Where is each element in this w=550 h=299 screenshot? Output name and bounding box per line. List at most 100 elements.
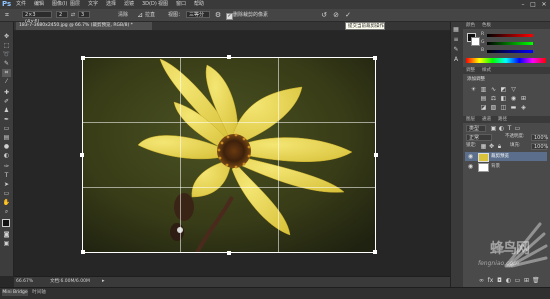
hand-tool-icon[interactable]: ✋: [2, 199, 11, 207]
new-group-icon[interactable]: ▭: [514, 277, 521, 284]
tab-channels[interactable]: 通道: [482, 116, 496, 123]
lock-position-icon[interactable]: ✥: [488, 143, 495, 150]
curves-icon[interactable]: ∿: [490, 86, 497, 93]
gradient-tool-icon[interactable]: ▤: [2, 134, 11, 142]
brightness-icon[interactable]: ☀: [470, 86, 477, 93]
stamp-tool-icon[interactable]: ♟: [2, 107, 11, 115]
posterize-icon[interactable]: ▧: [490, 104, 497, 111]
crop-handle-left[interactable]: [80, 153, 84, 157]
view-select[interactable]: 三等分: [186, 11, 210, 18]
tab-adjustments[interactable]: 调整: [466, 67, 480, 74]
crop-handle-top[interactable]: [227, 55, 231, 59]
hue-saturation-icon[interactable]: ▤: [480, 95, 487, 102]
marquee-tool-icon[interactable]: ⬚: [2, 42, 11, 50]
swap-icon[interactable]: ⇄: [69, 11, 77, 19]
quick-select-tool-icon[interactable]: ✎: [2, 60, 11, 68]
color-balance-icon[interactable]: ⚖: [490, 95, 497, 102]
shape-tool-icon[interactable]: ▭: [2, 190, 11, 198]
selective-color-icon[interactable]: ◈: [520, 104, 527, 111]
delete-layer-icon[interactable]: 🗑︎: [532, 277, 540, 284]
width-field[interactable]: 2: [56, 11, 68, 18]
exposure-icon[interactable]: ◩: [500, 86, 507, 93]
lock-all-icon[interactable]: 🔒︎: [496, 143, 503, 150]
dodge-tool-icon[interactable]: ◐: [2, 152, 11, 160]
new-adjustment-icon[interactable]: ◐: [505, 277, 512, 284]
layer-name[interactable]: 裁剪预览: [491, 152, 531, 161]
pen-tool-icon[interactable]: ✑: [2, 163, 11, 171]
crop-handle-top-left[interactable]: [81, 56, 85, 60]
crop-handle-bottom-right[interactable]: [373, 250, 377, 254]
vibrance-icon[interactable]: ▽: [510, 86, 517, 93]
tab-paths[interactable]: 路径: [498, 116, 512, 123]
close-window-button[interactable]: ✕: [539, 0, 549, 9]
menu-type[interactable]: 文字(Y): [88, 0, 104, 16]
link-layers-icon[interactable]: ∞: [478, 277, 485, 284]
crop-handle-bottom-left[interactable]: [81, 250, 85, 254]
layer-visibility-eye-icon[interactable]: ◉: [467, 163, 474, 170]
mini-bridge-tab[interactable]: Mini Bridge: [2, 289, 28, 296]
history-brush-tool-icon[interactable]: ✒: [2, 116, 11, 124]
timeline-tab[interactable]: 时间轴: [30, 289, 48, 296]
menu-help[interactable]: 帮助(H): [194, 0, 210, 16]
crop-tool-button-icon[interactable]: ⌗: [2, 69, 11, 77]
threshold-icon[interactable]: ◫: [500, 104, 507, 111]
green-slider[interactable]: [487, 42, 533, 45]
fill-field[interactable]: 100%: [531, 143, 548, 150]
reset-icon[interactable]: ↺: [320, 11, 328, 19]
layer-style-icon[interactable]: fx: [487, 277, 494, 284]
menu-select[interactable]: 选择(S): [106, 0, 122, 16]
ratio-select[interactable]: 2×3 (4×6): [22, 11, 52, 25]
zoom-tool-icon[interactable]: ⌕: [2, 208, 11, 216]
levels-icon[interactable]: ▥: [480, 86, 487, 93]
menu-edit[interactable]: 编辑(E): [34, 0, 50, 16]
tab-styles[interactable]: 样式: [482, 67, 496, 74]
menu-file[interactable]: 文件(F): [16, 0, 32, 16]
status-menu-arrow-icon[interactable]: ▸: [102, 279, 107, 284]
eyedropper-tool-icon[interactable]: ⁄: [2, 78, 11, 86]
new-layer-icon[interactable]: ⊞: [523, 277, 530, 284]
healing-tool-icon[interactable]: ✚: [2, 89, 11, 97]
add-mask-icon[interactable]: ◘: [496, 277, 503, 284]
blur-tool-icon[interactable]: ●: [2, 143, 11, 151]
document-tab[interactable]: 183-7-3680x2450.jpg @ 66.7% (裁剪预览, RGB/8…: [16, 22, 152, 30]
straighten-button[interactable]: 拉直: [145, 11, 159, 19]
zoom-level[interactable]: 66.67%: [16, 277, 36, 286]
tab-swatches[interactable]: 色板: [482, 22, 496, 29]
minimize-button[interactable]: –: [518, 0, 528, 9]
layer-kind-filter[interactable]: 类型: [466, 125, 486, 132]
layer-name[interactable]: 背景: [491, 162, 531, 171]
move-tool-icon[interactable]: ✥: [2, 33, 11, 41]
filter-shape-icon[interactable]: ▭: [514, 125, 521, 132]
menu-image[interactable]: 图像(I): [52, 0, 68, 9]
eraser-tool-icon[interactable]: ▭: [2, 125, 11, 133]
crop-tool-icon[interactable]: ⌗: [3, 11, 11, 19]
height-field[interactable]: 3: [78, 11, 90, 18]
red-slider[interactable]: [487, 34, 533, 37]
crop-handle-bottom[interactable]: [227, 251, 231, 255]
black-white-icon[interactable]: ◧: [500, 95, 507, 102]
brush-panel-icon[interactable]: ✎: [452, 46, 460, 54]
clear-button[interactable]: 清除: [118, 11, 132, 19]
menu-layer[interactable]: 图层(L): [70, 0, 86, 16]
tab-color[interactable]: 颜色: [466, 22, 480, 29]
settings-gear-icon[interactable]: ⚙: [214, 11, 222, 19]
straighten-icon[interactable]: ⊿: [136, 11, 144, 19]
invert-icon[interactable]: ◪: [480, 104, 487, 111]
commit-crop-icon[interactable]: ✓: [344, 11, 352, 19]
type-tool-icon[interactable]: T: [2, 172, 11, 180]
tab-layers[interactable]: 图层: [466, 116, 480, 123]
delete-pixels-checkbox[interactable]: ✓: [226, 13, 233, 20]
path-select-tool-icon[interactable]: ➤: [2, 181, 11, 189]
blue-slider[interactable]: [487, 50, 533, 53]
opacity-field[interactable]: 100%: [531, 134, 548, 141]
color-spectrum-bar[interactable]: [466, 58, 546, 63]
properties-panel-icon[interactable]: ≡: [452, 36, 460, 44]
gradient-map-icon[interactable]: ▬: [510, 104, 517, 111]
menu-3d[interactable]: 3D(D): [142, 0, 157, 9]
crop-handle-top-right[interactable]: [373, 56, 377, 60]
menu-view[interactable]: 视图(V): [158, 0, 174, 16]
maximize-button[interactable]: □: [528, 0, 538, 9]
lock-pixels-icon[interactable]: ▦: [480, 143, 487, 150]
menu-window[interactable]: 窗口(W): [176, 0, 192, 16]
cancel-crop-icon[interactable]: ⊘: [332, 11, 340, 19]
